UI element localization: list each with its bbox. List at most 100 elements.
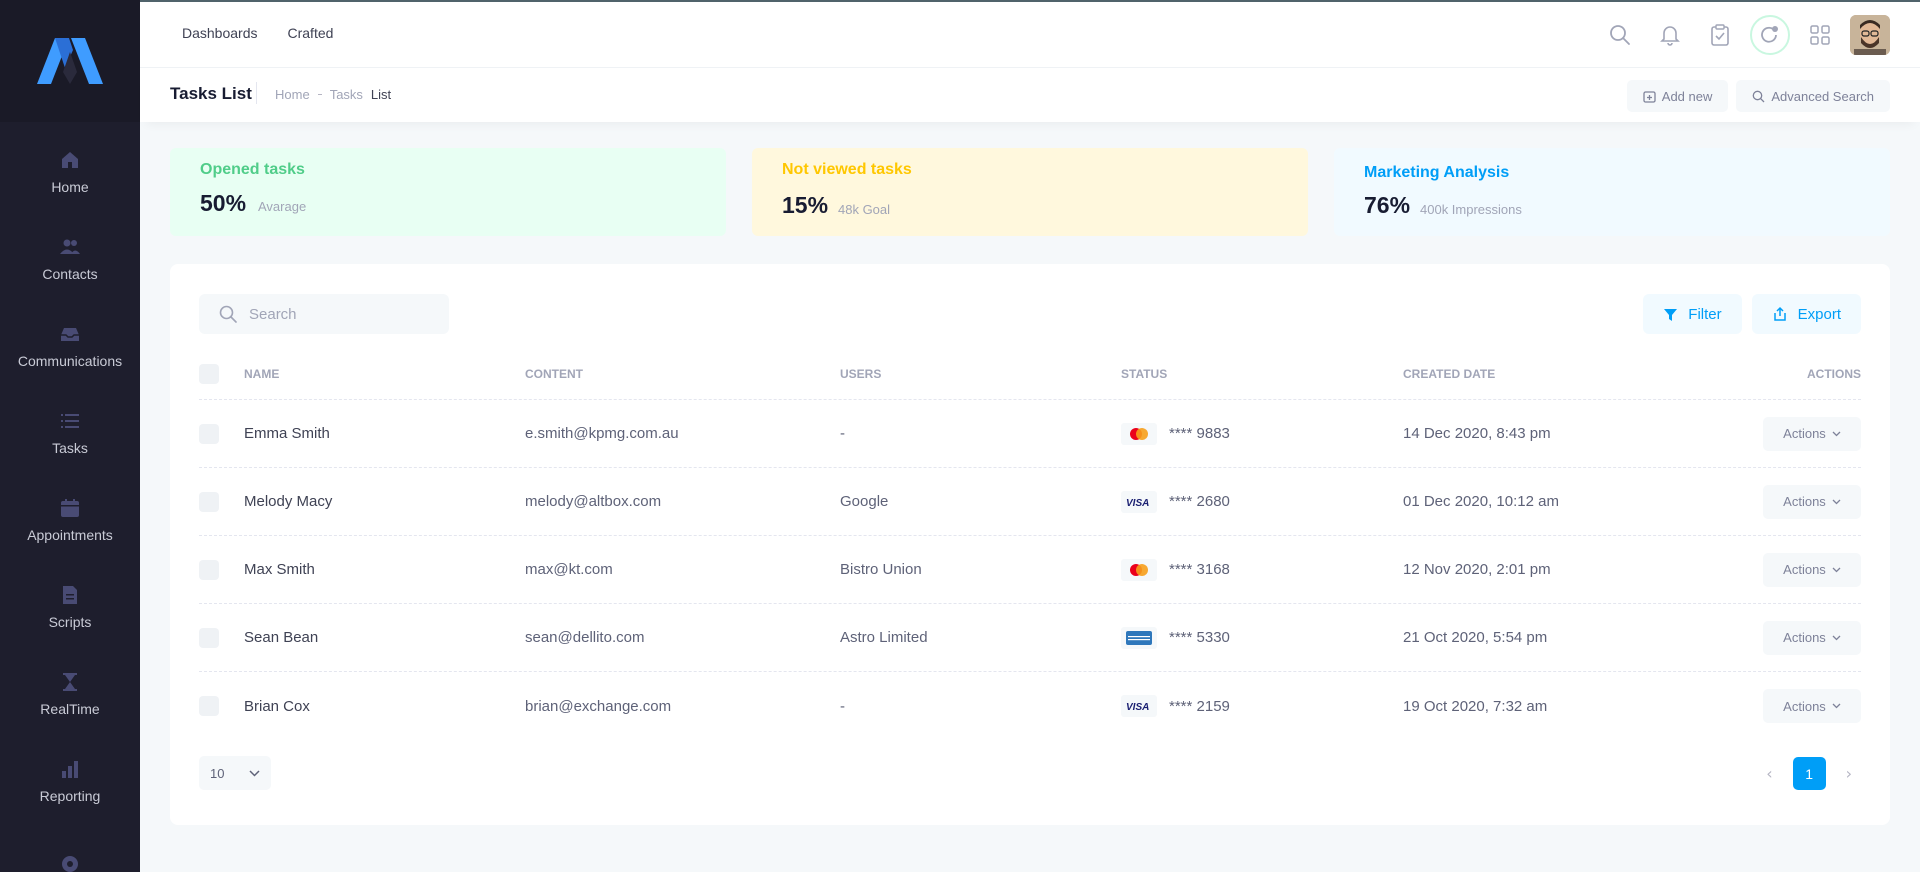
row-checkbox[interactable]: [199, 491, 219, 512]
chevron-down-icon: [1832, 431, 1841, 436]
user-avatar[interactable]: [1850, 15, 1890, 55]
column-header-status[interactable]: Status: [1121, 367, 1167, 381]
breadcrumb-tasks[interactable]: Tasks: [330, 87, 363, 102]
page-number-current[interactable]: 1: [1792, 757, 1826, 790]
cell-users: -: [840, 697, 845, 715]
chevron-down-icon: [249, 769, 260, 777]
search-input[interactable]: [249, 305, 439, 323]
sidebar-item-tasks[interactable]: Tasks: [0, 389, 140, 476]
stat-subtitle: 400k Impressions: [1420, 202, 1522, 217]
cell-users: -: [840, 425, 845, 442]
search-icon[interactable]: [1600, 15, 1640, 55]
actions-dropdown-button[interactable]: Actions: [1763, 552, 1861, 587]
bar-chart-icon: [59, 758, 81, 780]
page-toolbar: Tasks List Home Tasks List Add new Advan…: [140, 68, 1920, 122]
search-icon: [1753, 90, 1765, 102]
table-row: Emma Smith e.smith@kpmg.com.au - **** 9883 1…: [199, 400, 1861, 468]
sidebar-item-label: Contacts: [42, 265, 98, 282]
column-header-users[interactable]: Users: [840, 367, 881, 381]
sidebar-item-realtime[interactable]: RealTime: [0, 650, 140, 737]
cell-status: **** 9883: [1121, 422, 1230, 445]
next-page-icon[interactable]: ›: [1846, 764, 1852, 783]
cell-content: e.smith@kpmg.com.au: [525, 425, 679, 442]
brand-logo: [37, 38, 103, 84]
table-row: Brian Cox brian@exchange.com - VISA **** 215…: [199, 672, 1861, 740]
export-icon: [1773, 306, 1786, 321]
sidebar-item-appointments[interactable]: Appointments: [0, 476, 140, 563]
cell-created-date: 14 Dec 2020, 8:43 pm: [1403, 425, 1551, 442]
add-new-button[interactable]: Add new: [1626, 80, 1729, 112]
nav-dashboards[interactable]: Dashboards: [182, 25, 258, 41]
stat-title: Not viewed tasks: [782, 161, 912, 178]
chevron-down-icon: [1832, 703, 1841, 709]
cell-name[interactable]: Brian Cox: [244, 698, 310, 715]
pagination: ‹ 1 ›: [1766, 757, 1852, 790]
bell-icon[interactable]: [1650, 15, 1690, 55]
previous-page-icon[interactable]: ‹: [1766, 764, 1772, 783]
table-body: Emma Smith e.smith@kpmg.com.au - **** 9883 1…: [199, 400, 1861, 740]
column-header-created-date[interactable]: Created Date: [1403, 367, 1495, 381]
breadcrumb: Home Tasks List: [275, 87, 391, 102]
actions-dropdown-button[interactable]: Actions: [1763, 620, 1861, 655]
actions-dropdown-button[interactable]: Actions: [1763, 416, 1861, 451]
stat-title: Opened tasks: [200, 161, 305, 178]
card-number: **** 3168: [1169, 561, 1230, 578]
apps-grid-icon[interactable]: [1800, 15, 1840, 55]
home-icon: [59, 149, 81, 171]
tasks-table: Name Content Users Status Created Date A…: [199, 348, 1861, 740]
cell-name[interactable]: Sean Bean: [244, 629, 318, 646]
actions-dropdown-button[interactable]: Actions: [1763, 689, 1861, 723]
sidebar-item-contacts[interactable]: Contacts: [0, 215, 140, 302]
row-checkbox[interactable]: [199, 696, 219, 716]
export-label: Export: [1797, 305, 1841, 323]
sidebar-item-scripts[interactable]: Scripts: [0, 563, 140, 650]
stat-subtitle: Avarage: [258, 199, 307, 214]
gear-icon: [59, 853, 81, 872]
row-checkbox[interactable]: [199, 627, 219, 648]
sidebar-item-home[interactable]: Home: [0, 128, 140, 215]
inbox-icon: [59, 323, 81, 345]
cell-status: **** 5330: [1121, 626, 1230, 649]
row-checkbox[interactable]: [199, 423, 219, 444]
cell-name[interactable]: Emma Smith: [244, 425, 330, 442]
column-header-content[interactable]: Content: [525, 367, 583, 381]
cell-content: brian@exchange.com: [525, 697, 672, 715]
chat-icon[interactable]: [1750, 15, 1790, 55]
column-header-name[interactable]: Name: [244, 367, 279, 381]
stat-marketing-analysis: Marketing Analysis 76% 400k Impressions: [1334, 148, 1890, 236]
cell-name[interactable]: Max Smith: [244, 561, 315, 578]
filter-button[interactable]: Filter: [1643, 294, 1742, 334]
export-button[interactable]: Export: [1751, 294, 1861, 334]
sidebar-item-reporting[interactable]: Reporting: [0, 737, 140, 824]
stat-value: 76%: [1364, 192, 1411, 218]
sidebar-item-communications[interactable]: Communications: [0, 302, 140, 389]
stat-subtitle: 48k Goal: [838, 202, 891, 217]
select-all-checkbox[interactable]: [199, 363, 219, 384]
advanced-search-button[interactable]: Advanced Search: [1736, 80, 1890, 112]
visa-icon: VISA: [1121, 490, 1157, 513]
toolbar-actions: Add new Advanced Search: [1626, 80, 1890, 112]
nav-crafted[interactable]: Crafted: [288, 25, 334, 41]
filter-label: Filter: [1688, 305, 1722, 323]
breadcrumb-separator: [317, 94, 322, 95]
actions-dropdown-button[interactable]: Actions: [1763, 484, 1861, 519]
cell-status: VISA **** 2680: [1121, 490, 1230, 513]
card-number: **** 2680: [1169, 493, 1230, 510]
logo-area[interactable]: [0, 0, 140, 122]
cell-content: max@kt.com: [525, 561, 613, 578]
chevron-down-icon: [1832, 567, 1841, 572]
cell-name[interactable]: Melody Macy: [244, 493, 332, 510]
actions-label: Actions: [1783, 630, 1826, 645]
page-title: Tasks List: [170, 84, 252, 103]
sidebar-item-settings[interactable]: [0, 824, 140, 872]
search-box: [199, 294, 449, 334]
sidebar-item-label: Tasks: [52, 439, 88, 456]
clipboard-icon[interactable]: [1700, 15, 1740, 55]
stat-value: 50%: [200, 190, 247, 216]
page-size-select[interactable]: 10: [199, 756, 271, 790]
card-actions: Filter Export: [1643, 294, 1861, 334]
cell-created-date: 19 Oct 2020, 7:32 am: [1403, 697, 1548, 715]
row-checkbox[interactable]: [199, 559, 219, 580]
sidebar-item-label: Reporting: [39, 787, 101, 804]
breadcrumb-home[interactable]: Home: [275, 87, 310, 102]
